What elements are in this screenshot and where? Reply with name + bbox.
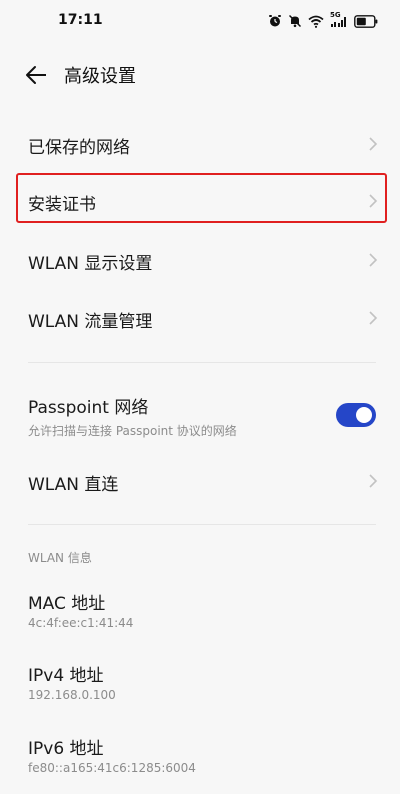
back-button[interactable] xyxy=(24,64,48,86)
ipv4-address-value: 192.168.0.100 xyxy=(28,688,116,702)
chevron-right-icon xyxy=(369,137,378,151)
divider xyxy=(28,524,376,525)
header: 高级设置 xyxy=(0,52,400,98)
install-certificates-label: 安装证书 xyxy=(28,195,96,215)
page-title: 高级设置 xyxy=(64,66,136,87)
status-time: 17:11 xyxy=(58,12,103,28)
mute-icon xyxy=(288,14,302,28)
status-bar: 17:11 5G xyxy=(0,0,400,42)
mac-address-label: MAC 地址 xyxy=(28,594,106,614)
wlan-display-settings-label: WLAN 显示设置 xyxy=(28,254,153,274)
status-icons: 5G xyxy=(268,11,378,30)
wlan-data-management-label: WLAN 流量管理 xyxy=(28,312,153,332)
install-certificates-item[interactable]: 安装证书 xyxy=(0,173,400,225)
wlan-direct-label: WLAN 直连 xyxy=(28,475,119,495)
passpoint-subtitle: 允许扫描与连接 Passpoint 协议的网络 xyxy=(28,424,237,438)
passpoint-toggle[interactable] xyxy=(336,403,376,427)
saved-networks-label: 已保存的网络 xyxy=(28,138,130,158)
chevron-right-icon xyxy=(369,311,378,325)
battery-icon xyxy=(354,14,378,28)
cellular-signal-icon: 5G xyxy=(330,11,348,28)
wlan-info-section-title: WLAN 信息 xyxy=(28,551,92,565)
wlan-data-management-item[interactable]: WLAN 流量管理 xyxy=(0,292,400,344)
chevron-right-icon xyxy=(369,194,378,208)
toggle-knob xyxy=(356,407,372,423)
arrow-left-icon xyxy=(26,66,46,84)
divider xyxy=(28,362,376,363)
saved-networks-item[interactable]: 已保存的网络 xyxy=(0,118,400,170)
chevron-right-icon xyxy=(369,253,378,267)
wifi-icon xyxy=(308,15,324,28)
ipv4-address-label: IPv4 地址 xyxy=(28,666,104,686)
mac-address-value: 4c:4f:ee:c1:41:44 xyxy=(28,616,134,630)
ipv6-address-value: fe80::a165:41c6:1285:6004 xyxy=(28,761,196,775)
wlan-direct-item[interactable]: WLAN 直连 xyxy=(0,455,400,507)
passpoint-title: Passpoint 网络 xyxy=(28,398,149,418)
wlan-display-settings-item[interactable]: WLAN 显示设置 xyxy=(0,234,400,286)
alarm-icon xyxy=(268,14,282,28)
chevron-right-icon xyxy=(369,474,378,488)
ipv6-address-label: IPv6 地址 xyxy=(28,739,104,759)
